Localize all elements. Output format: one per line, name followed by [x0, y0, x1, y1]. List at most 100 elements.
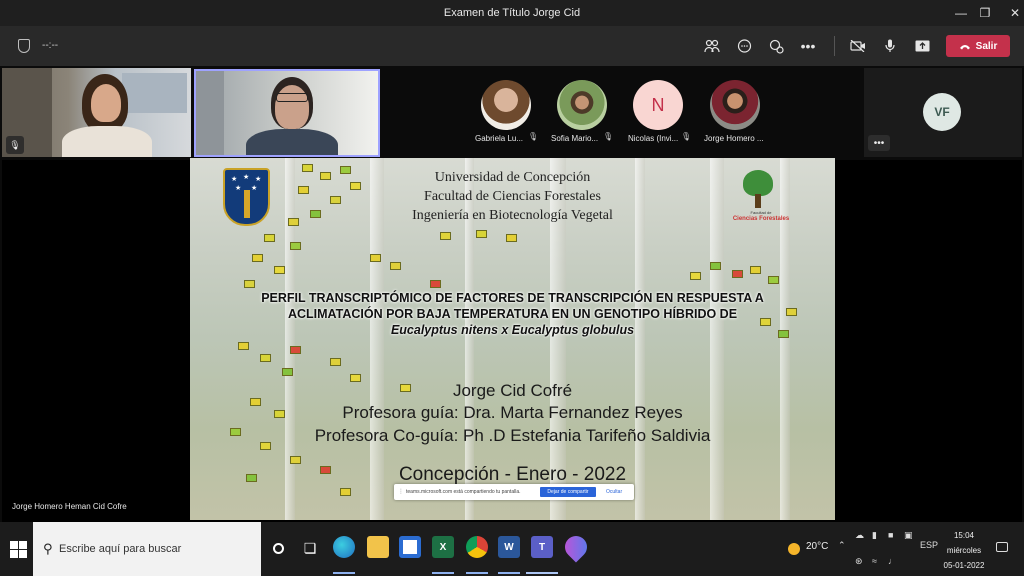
chat-button[interactable] — [732, 34, 756, 58]
cortana-button[interactable] — [266, 536, 290, 560]
avatar-sofia[interactable] — [557, 80, 607, 130]
leave-button[interactable]: Salir — [946, 35, 1010, 57]
participant-name-2: Sofia Mario... — [551, 134, 599, 143]
cortana-icon — [272, 542, 284, 554]
search-placeholder: Escribe aquí para buscar — [59, 543, 182, 555]
people-button[interactable] — [700, 34, 724, 58]
onedrive-icon[interactable]: ☁ — [855, 530, 864, 541]
excel-app-icon[interactable]: X — [432, 536, 454, 558]
chrome-app-icon[interactable] — [466, 536, 488, 558]
slide-leaf — [244, 280, 255, 288]
slide-leaf — [768, 276, 779, 284]
leave-label: Salir — [975, 40, 998, 52]
more-actions-button[interactable]: ••• — [796, 34, 820, 58]
store-app-icon[interactable] — [399, 536, 421, 558]
meeting-timer: --:-- — [42, 40, 59, 51]
clock-day: miércoles — [946, 546, 982, 555]
app-root: Examen de Título Jorge Cid — ❐ ✕ --:-- •… — [0, 0, 1024, 576]
avatar-nicolas[interactable]: N — [633, 80, 683, 130]
muted-mic-icon: 🎙 — [6, 136, 24, 154]
teams-tray-icon[interactable]: ■ — [888, 530, 893, 540]
show-hidden-icons-button[interactable]: ⌃ — [838, 540, 846, 551]
task-view-button[interactable]: ❏ — [298, 536, 322, 560]
thesis-title-line-1: PERFIL TRANSCRIPTÓMICO DE FACTORES DE TR… — [261, 291, 764, 305]
camera-off-icon — [850, 40, 865, 52]
toolbar-divider — [834, 36, 835, 56]
video-tile-participant[interactable]: 🎙 — [2, 68, 191, 157]
participant-strip — [384, 68, 862, 158]
drag-handle-icon[interactable]: ⋮ — [398, 488, 404, 495]
slide-author: Jorge Cid Cofré — [452, 381, 573, 400]
share-screen-button[interactable] — [910, 34, 934, 58]
speaker-shirt — [246, 129, 338, 155]
start-button[interactable] — [6, 538, 27, 558]
participant-name-4: Jorge Homero ... — [704, 134, 764, 143]
slide-coguide: Profesora Co-guía: Ph .D Estefania Tarif… — [314, 426, 711, 445]
muted-mic-icon: 🎙 — [681, 132, 692, 141]
participant-face — [91, 84, 121, 122]
camera-tray-icon[interactable]: ▣ — [904, 530, 913, 541]
reactions-icon — [769, 39, 784, 54]
ellipsis-icon: ••• — [800, 38, 816, 54]
excel-active-indicator — [432, 572, 454, 574]
taskbar-clock[interactable]: 15:04 miércoles 05-01-2022 — [940, 528, 988, 573]
clock-date: 05-01-2022 — [943, 561, 985, 570]
battery-icon[interactable]: ▮ — [872, 530, 877, 541]
slide-leaf — [506, 234, 517, 242]
speaker-glasses — [276, 93, 308, 102]
reactions-button[interactable] — [764, 34, 788, 58]
slide-leaf — [750, 266, 761, 274]
slide-leaf — [476, 230, 487, 238]
participant-name-3: Nicolas (Invi... — [628, 134, 679, 143]
teams-active-indicator — [526, 572, 558, 574]
people-icon — [704, 39, 720, 53]
phone-hangup-icon — [959, 44, 970, 49]
language-indicator[interactable]: ESP — [920, 540, 938, 550]
slide-leaf — [440, 232, 451, 240]
teams-app-icon[interactable]: T — [531, 536, 553, 558]
slide-university-name: Universidad de Concepción — [434, 170, 591, 185]
video-tile-active-speaker[interactable] — [194, 69, 380, 157]
slide-leaf — [290, 346, 301, 354]
file-explorer-app-icon[interactable] — [367, 536, 389, 558]
participant-name-1: Gabriela Lu... — [475, 134, 524, 143]
slide-leaf — [430, 280, 441, 288]
window-title: Examen de Título Jorge Cid — [443, 7, 581, 19]
avatar-gabriela[interactable] — [481, 80, 531, 130]
weather-temperature[interactable]: 20°C — [806, 541, 828, 552]
network-icon[interactable]: ⊛ — [855, 556, 863, 567]
stop-sharing-button[interactable]: Dejar de compartir — [540, 487, 596, 497]
close-button[interactable]: ✕ — [994, 0, 1024, 26]
avatar-jorge[interactable] — [710, 80, 760, 130]
wifi-icon[interactable]: ≈ — [872, 556, 877, 566]
notifications-icon[interactable] — [996, 542, 1008, 552]
slide-guide: Profesora guía: Dra. Marta Fernandez Rey… — [342, 403, 683, 422]
paint-app-icon[interactable] — [560, 531, 592, 563]
slide-leaf — [370, 254, 381, 262]
edge-app-icon[interactable] — [333, 536, 355, 558]
slide-program-name: Ingeniería en Biotecnología Vegetal — [412, 208, 613, 223]
slide-leaf — [238, 342, 249, 350]
volume-icon[interactable]: ♩ — [888, 556, 897, 566]
search-icon: ⚲ — [43, 541, 53, 556]
slide-leaf — [274, 266, 285, 274]
windows-taskbar: ⚲ Escribe aquí para buscar ❏ X W T — [0, 522, 1024, 576]
hide-notification-button[interactable]: Ocultar — [606, 489, 622, 495]
microphone-icon — [885, 39, 895, 52]
more-participants-button[interactable]: ••• — [868, 135, 890, 151]
mic-toggle-button[interactable] — [878, 34, 902, 58]
slide-leaf — [290, 242, 301, 250]
avatar-initial: N — [651, 94, 665, 115]
slide-leaf — [252, 254, 263, 262]
slide-faculty-name: Facultad de Ciencias Forestales — [424, 189, 601, 204]
word-app-icon[interactable]: W — [498, 536, 520, 558]
slide-thesis-title: PERFIL TRANSCRIPTÓMICO DE FACTORES DE TR… — [230, 290, 795, 338]
avatar-vf[interactable]: VF — [923, 93, 961, 131]
weather-sun-icon — [788, 543, 800, 555]
taskbar-search-box[interactable]: ⚲ Escribe aquí para buscar — [33, 522, 261, 576]
background-window — [122, 73, 187, 113]
presenter-name-label: Jorge Homero Heman Cid Cofre — [12, 502, 127, 511]
speaker-face — [275, 85, 309, 129]
camera-toggle-button[interactable] — [846, 34, 870, 58]
meeting-toolbar: --:-- ••• — [0, 26, 1024, 66]
